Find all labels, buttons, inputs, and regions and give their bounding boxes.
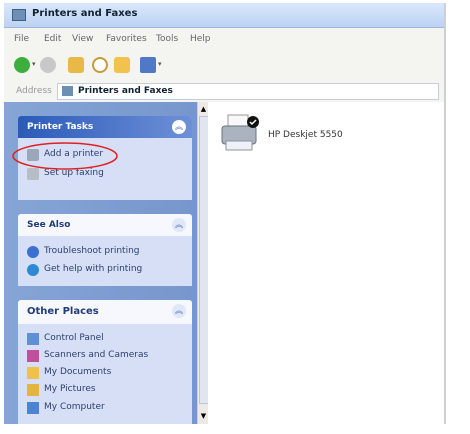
menu-file[interactable]: File bbox=[14, 34, 29, 44]
printer-tasks-header[interactable]: Printer Tasks ︽ bbox=[18, 116, 192, 138]
printer-name: HP Deskjet 5550 bbox=[268, 130, 343, 140]
see-also-title: See Also bbox=[27, 220, 71, 230]
forward-icon[interactable] bbox=[40, 57, 56, 73]
other-places-title: Other Places bbox=[27, 306, 99, 317]
collapse-icon[interactable]: ︽ bbox=[172, 218, 186, 232]
printers-folder-icon bbox=[62, 86, 73, 96]
menu-edit[interactable]: Edit bbox=[44, 34, 61, 44]
control-panel-icon bbox=[27, 333, 39, 345]
help-icon bbox=[27, 246, 39, 258]
title-bar: Printers and Faxes bbox=[4, 3, 444, 28]
scanner-camera-icon bbox=[27, 350, 39, 362]
address-label: Address bbox=[16, 86, 52, 96]
collapse-icon[interactable]: ︽ bbox=[172, 120, 186, 134]
menu-help[interactable]: Help bbox=[190, 34, 211, 44]
see-also-header[interactable]: See Also ︽ bbox=[18, 214, 192, 236]
folders-icon[interactable] bbox=[114, 57, 130, 73]
documents-folder-icon bbox=[27, 367, 39, 379]
printer-tasks-title: Printer Tasks bbox=[27, 122, 94, 132]
menu-view[interactable]: View bbox=[72, 34, 93, 44]
other-places-panel: Other Places ︽ Control Panel Scanners an… bbox=[18, 300, 192, 424]
address-bar: Address Printers and Faxes bbox=[4, 80, 444, 103]
address-value: Printers and Faxes bbox=[78, 86, 173, 96]
help-icon bbox=[27, 264, 39, 276]
see-also-panel: See Also ︽ Troubleshoot printing Get hel… bbox=[18, 214, 192, 286]
printer-icon bbox=[221, 114, 259, 151]
printers-list: HP Deskjet 5550 bbox=[208, 102, 444, 424]
menu-favorites[interactable]: Favorites bbox=[106, 34, 147, 44]
menu-bar: File Edit View Favorites Tools Help bbox=[4, 28, 444, 51]
other-places-header[interactable]: Other Places ︽ bbox=[18, 300, 192, 324]
views-icon[interactable] bbox=[140, 57, 156, 73]
collapse-icon[interactable]: ︽ bbox=[172, 304, 186, 318]
printers-folder-icon bbox=[12, 9, 26, 21]
window-border bbox=[444, 3, 446, 424]
pictures-folder-icon bbox=[27, 384, 39, 396]
address-field[interactable]: Printers and Faxes bbox=[57, 83, 439, 100]
computer-icon bbox=[27, 402, 39, 414]
search-icon[interactable] bbox=[92, 57, 108, 73]
toolbar: ▾ ▾ bbox=[4, 50, 444, 81]
scroll-down-icon[interactable]: ▼ bbox=[199, 412, 208, 421]
menu-tools[interactable]: Tools bbox=[156, 34, 178, 44]
window-title: Printers and Faxes bbox=[32, 8, 138, 19]
scroll-up-icon[interactable]: ▲ bbox=[199, 105, 208, 114]
back-icon[interactable] bbox=[14, 57, 30, 73]
up-folder-icon[interactable] bbox=[68, 57, 84, 73]
task-pane: Printer Tasks ︽ Add a printer Set up fax… bbox=[4, 102, 197, 424]
highlight-ellipse bbox=[12, 142, 118, 170]
back-dropdown-icon[interactable]: ▾ bbox=[32, 60, 36, 68]
views-dropdown-icon[interactable]: ▾ bbox=[158, 60, 162, 68]
